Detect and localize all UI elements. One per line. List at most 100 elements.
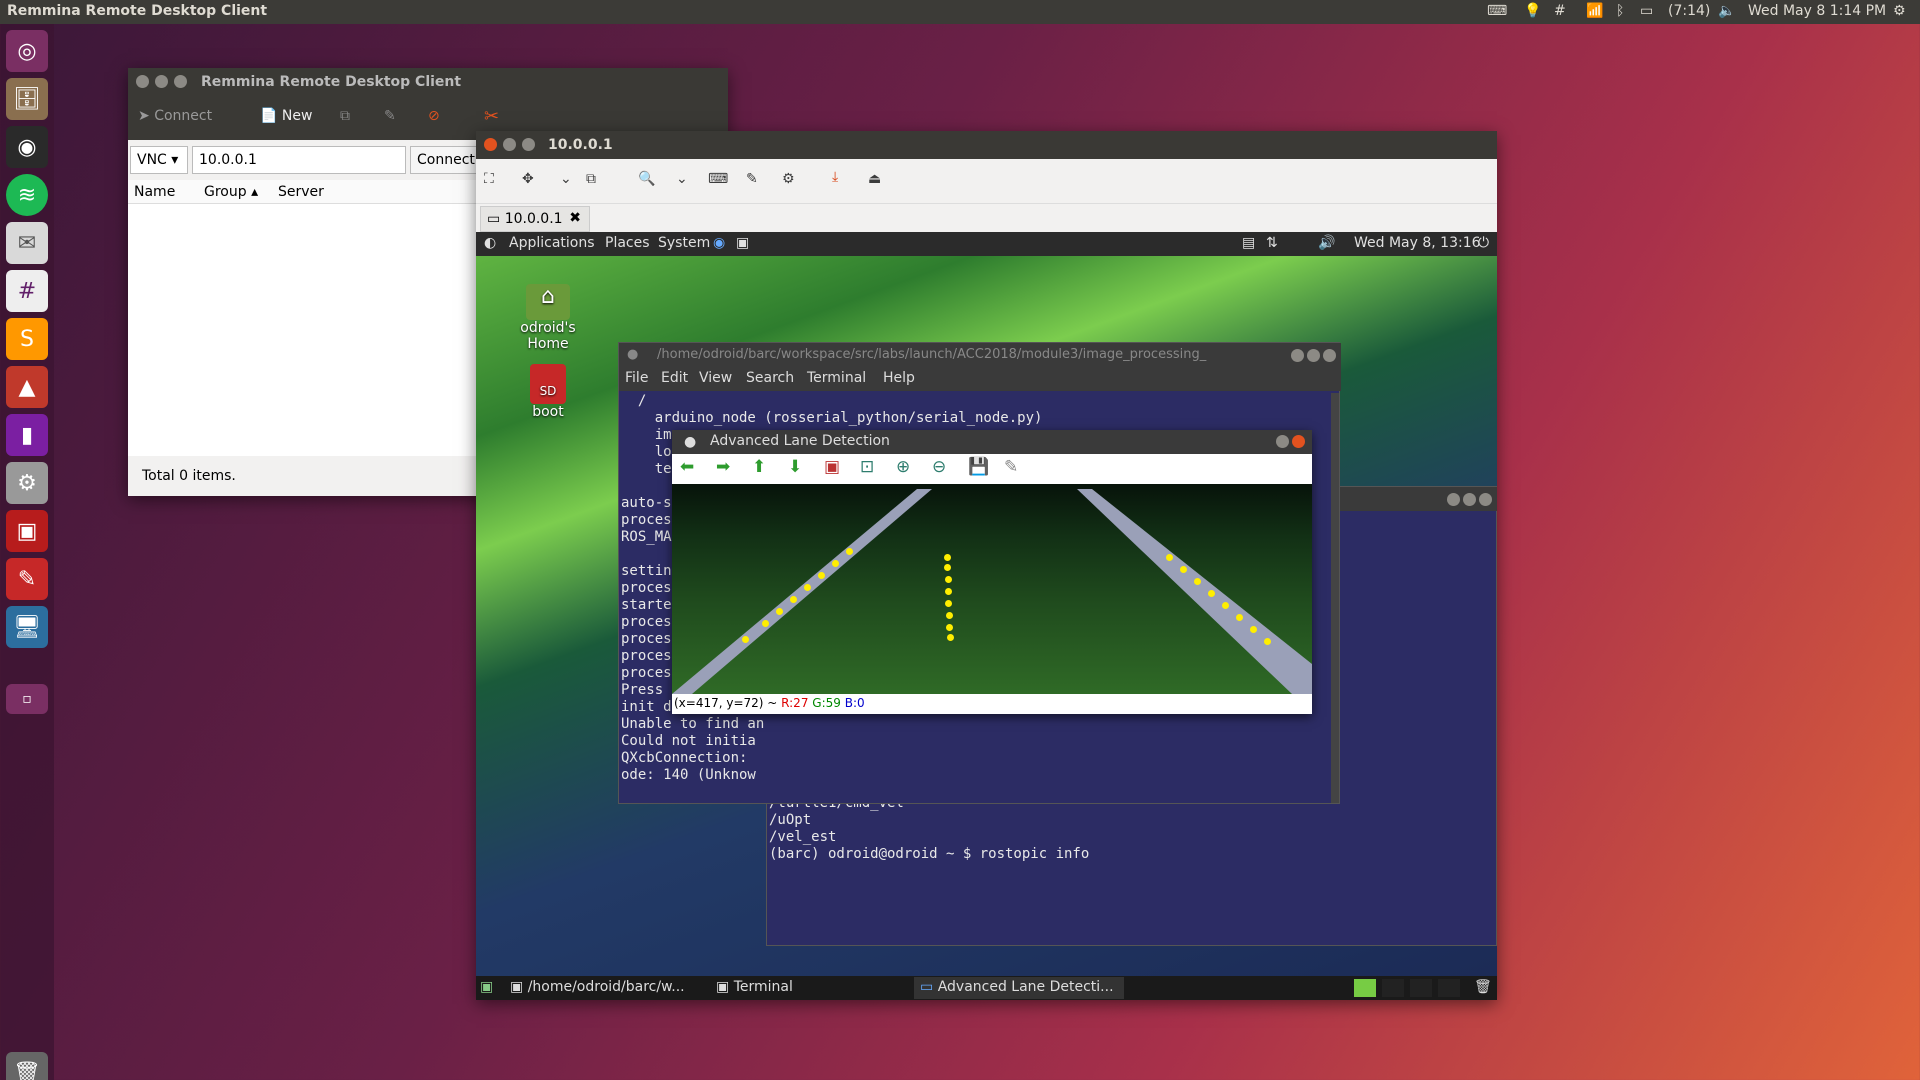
trash-icon[interactable]: 🗑 [6,1052,48,1080]
save-icon[interactable]: 💾 [968,457,989,477]
close-icon[interactable] [1479,493,1492,506]
column-group[interactable]: Group ▴ [204,184,258,200]
boot-drive-shortcut[interactable]: SD boot [516,364,580,420]
taskbar-item-terminal[interactable]: ▣ Terminal [712,977,892,999]
places-menu[interactable]: Places [605,235,650,251]
applications-menu[interactable]: Applications [509,235,595,251]
chart-app-icon[interactable]: ▮ [6,414,48,456]
minimize-icon[interactable] [1447,493,1460,506]
workspace-4[interactable] [1438,979,1460,997]
power-icon[interactable]: ⏻ [1478,235,1489,251]
taskbar-item-terminal-path[interactable]: ▣ /home/odroid/barc/w... [506,977,706,999]
bluetooth-icon[interactable]: ᛒ [1616,3,1624,19]
show-desktop-icon[interactable]: ▣ [480,979,493,995]
maximize-icon[interactable] [1463,493,1476,506]
battery-time[interactable]: (7:14) [1668,3,1710,19]
lane-image[interactable] [672,484,1312,694]
lightbulb-icon[interactable]: 💡 [1524,3,1541,19]
close-icon[interactable] [484,138,497,151]
home-folder-shortcut[interactable]: ⌂ odroid's Home [516,284,580,352]
system-menu[interactable]: System [658,235,710,251]
zoom-out-icon[interactable]: ⊖ [932,457,946,477]
terminal-app-icon[interactable]: ▣ [6,510,48,552]
close-icon[interactable] [1292,435,1305,448]
tools-icon[interactable]: ⚙ [782,171,795,187]
minimize-icon[interactable] [1276,435,1289,448]
switch-tab-icon[interactable]: ⧉ [586,171,596,187]
network-icon[interactable]: ⇅ [1266,235,1278,251]
keyboard-icon[interactable]: ⌨ [1487,3,1507,19]
maximize-icon[interactable] [1307,349,1320,362]
wifi-icon[interactable]: 📶 [1586,3,1603,19]
arrow-up-icon[interactable]: ⬆ [752,457,766,477]
close-icon[interactable] [136,75,149,88]
workspace-1[interactable] [1354,979,1376,997]
connect-button[interactable]: ➤ Connect [138,108,212,124]
matlab-icon[interactable]: ▲ [6,366,48,408]
minimize-icon[interactable] [503,138,516,151]
chevron-down-icon[interactable]: ⌄ [560,171,572,187]
lane-detection-window[interactable]: ● Advanced Lane Detection ⬅ ➡ ⬆ ⬇ ▣ ⊡ ⊕ … [672,430,1312,714]
trash-icon[interactable]: 🗑 [1474,979,1492,995]
scrollbar[interactable] [1331,393,1339,803]
remote-desktop[interactable]: ◐ Applications Places System ◉ ▣ ▤ ⇅ 🔊 W… [476,232,1497,1000]
gnome-foot-icon[interactable]: ◐ [484,235,496,251]
files-icon[interactable]: 🗄 [6,78,48,120]
minimize-icon[interactable] [1291,349,1304,362]
chrome-icon[interactable]: ◉ [6,126,48,168]
spotify-icon[interactable]: ≋ [6,174,48,216]
disconnect-icon[interactable]: ⏏ [868,171,881,187]
fit-window-icon[interactable]: ⛶ [484,171,494,187]
menu-search[interactable]: Search [746,370,794,386]
document-viewer-icon[interactable]: ✎ [6,558,48,600]
fullscreen-icon[interactable]: ✥ [522,171,534,187]
workspace-3[interactable] [1410,979,1432,997]
remmina-icon[interactable]: 🖥 [6,606,48,648]
terminal-icon[interactable]: ▣ [736,235,749,251]
column-name[interactable]: Name [134,184,175,200]
browser-icon[interactable]: ◉ [713,235,725,251]
workspace-switcher-icon[interactable]: ▫ [6,684,48,714]
menu-edit[interactable]: Edit [661,370,688,386]
remote-clock[interactable]: Wed May 8, 13:16 [1354,235,1481,251]
arrow-left-icon[interactable]: ⬅ [680,457,694,477]
menu-file[interactable]: File [625,370,648,386]
menu-terminal[interactable]: Terminal [807,370,866,386]
zoom-in-icon[interactable]: ⊕ [896,457,910,477]
scale-icon[interactable]: 🔍 [638,171,655,187]
system-settings-icon[interactable]: ⚙ [6,462,48,504]
edit-icon[interactable]: ✎ [384,108,396,124]
clock[interactable]: Wed May 8 1:14 PM [1748,3,1886,19]
battery-icon[interactable]: ▭ [1640,3,1653,19]
delete-icon[interactable]: ⊘ [428,108,440,124]
image-icon[interactable]: ▣ [824,457,840,477]
maximize-icon[interactable] [174,75,187,88]
ubuntu-dash-icon[interactable]: ◎ [6,30,48,72]
minimize-window-icon[interactable]: ⤓ [832,169,838,185]
maximize-icon[interactable] [522,138,535,151]
arrow-down-icon[interactable]: ⬇ [788,457,802,477]
tools-icon[interactable]: ✂ [484,106,499,127]
mail-icon[interactable]: ✉ [6,222,48,264]
volume-icon[interactable]: 🔈 [1718,3,1735,19]
sublime-icon[interactable]: S [6,318,48,360]
properties-icon[interactable]: ✎ [1004,457,1018,477]
tab-10-0-0-1[interactable]: ▭ 10.0.0.1 ✖ [480,206,590,232]
slack-tray-icon[interactable]: # [1554,3,1566,19]
menu-view[interactable]: View [699,370,732,386]
zoom-fit-icon[interactable]: ⊡ [860,457,874,477]
column-server[interactable]: Server [278,184,324,200]
taskbar-item-lane-detection[interactable]: ▭ Advanced Lane Detecti... [914,977,1124,999]
settings-gear-icon[interactable]: ⚙ [1893,3,1906,19]
chevron-down-icon[interactable]: ⌄ [676,171,688,187]
protocol-select[interactable]: VNC ▾ [130,146,188,174]
keyboard-grab-icon[interactable]: ⌨ [708,171,728,187]
menu-help[interactable]: Help [883,370,915,386]
copy-icon[interactable]: ⧉ [340,108,350,124]
minimize-icon[interactable] [155,75,168,88]
display-icon[interactable]: ▤ [1242,235,1255,251]
preferences-icon[interactable]: ✎ [746,171,758,187]
close-tab-icon[interactable]: ✖ [569,210,581,226]
close-icon[interactable] [1323,349,1336,362]
slack-icon[interactable]: # [6,270,48,312]
